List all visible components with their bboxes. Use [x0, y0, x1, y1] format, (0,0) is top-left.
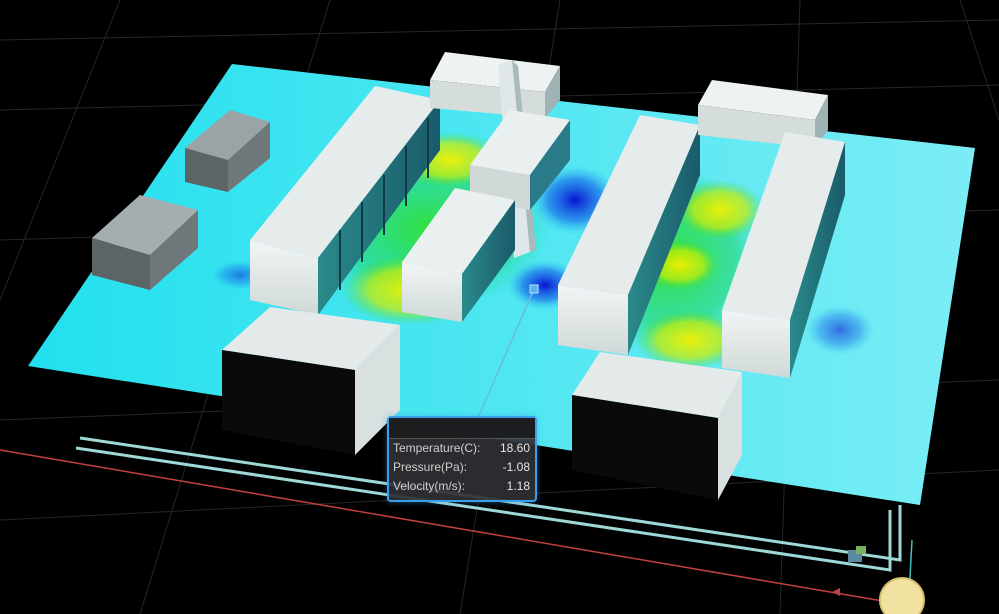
pressure-row: Pressure(Pa): -1.08 [389, 458, 535, 477]
viewport-3d[interactable]: Temperature(C): 18.60 Pressure(Pa): -1.0… [0, 0, 999, 614]
temperature-value: 18.60 [499, 441, 530, 455]
velocity-value: 1.18 [506, 479, 530, 493]
generator-container-right [572, 352, 742, 500]
temperature-row: Temperature(C): 18.60 [389, 439, 535, 458]
velocity-row: Velocity(m/s): 1.18 [389, 477, 535, 496]
velocity-label: Velocity(m/s): [393, 479, 466, 493]
probe-readout-tooltip: Temperature(C): 18.60 Pressure(Pa): -1.0… [387, 416, 537, 502]
temperature-label: Temperature(C): [393, 441, 481, 455]
cooling-unit-top-center [430, 52, 560, 118]
tooltip-header [389, 418, 535, 439]
cfd-scene[interactable] [0, 0, 999, 614]
pressure-label: Pressure(Pa): [393, 460, 468, 474]
pressure-value: -1.08 [502, 460, 530, 474]
generator-container-left [222, 307, 400, 455]
